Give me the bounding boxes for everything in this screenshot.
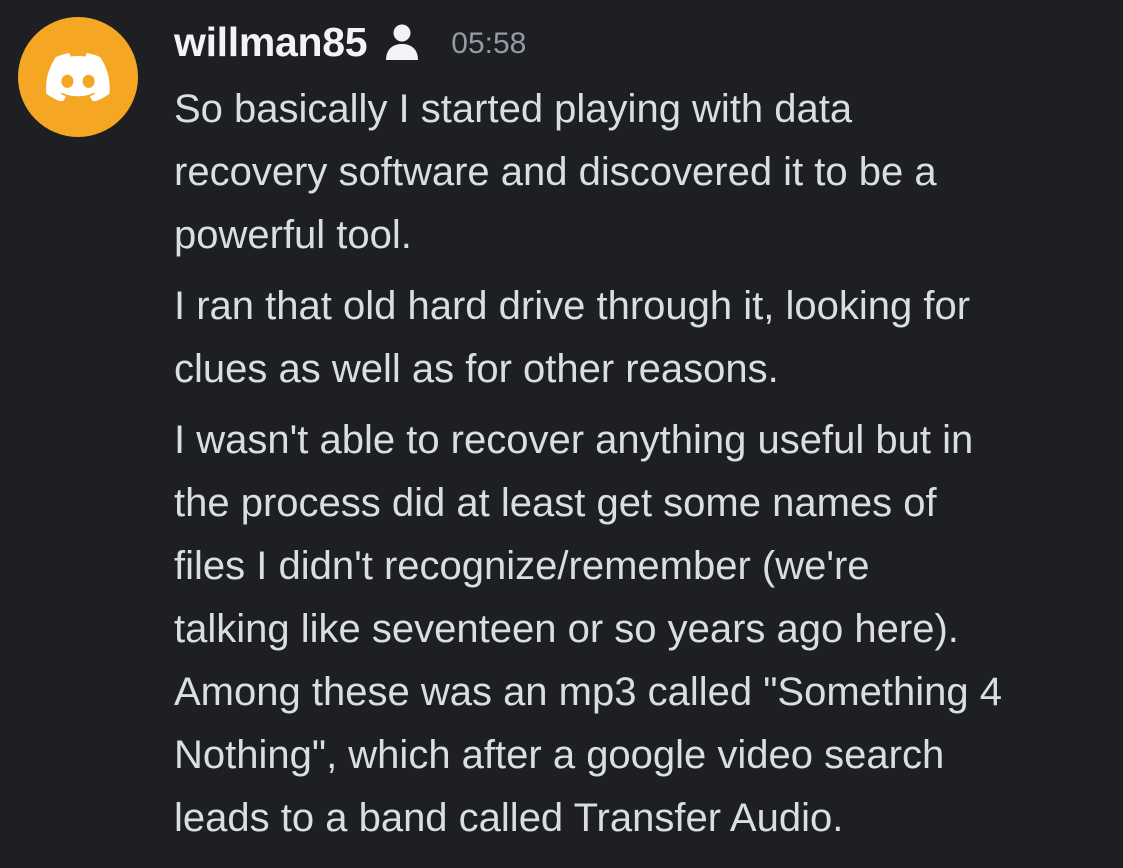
- message-line: I ran that old hard drive through it, lo…: [174, 284, 971, 328]
- author-name[interactable]: willman85: [174, 14, 368, 70]
- person-icon: [385, 22, 421, 62]
- avatar[interactable]: [18, 17, 138, 137]
- message-header: willman85 05:58: [174, 14, 1119, 70]
- timestamp[interactable]: 05:58: [451, 12, 526, 72]
- discord-logo-icon: [46, 53, 110, 101]
- message-line: files I didn't recognize/remember (we're: [174, 544, 870, 588]
- message-line: So basically I started playing with data: [174, 87, 853, 131]
- message-paragraph: So basically I started playing with data…: [174, 78, 1119, 267]
- message-line: the process did at least get some names …: [174, 481, 937, 525]
- message-line: powerful tool.: [174, 213, 412, 257]
- message-content: willman85 05:58 So basically I started p…: [174, 14, 1119, 850]
- message-line: recovery software and discovered it to b…: [174, 150, 937, 194]
- message-line: Nothing", which after a google video sea…: [174, 733, 945, 777]
- message-line: Among these was an mp3 called "Something…: [174, 670, 1003, 714]
- message-line: leads to a band called Transfer Audio.: [174, 796, 844, 840]
- message-paragraph: I ran that old hard drive through it, lo…: [174, 275, 1119, 401]
- message-paragraph: I wasn't able to recover anything useful…: [174, 409, 1119, 850]
- message-line: clues as well as for other reasons.: [174, 347, 779, 391]
- message-line: talking like seventeen or so years ago h…: [174, 607, 959, 651]
- chat-message: willman85 05:58 So basically I started p…: [0, 0, 1123, 868]
- message-line: I wasn't able to recover anything useful…: [174, 418, 974, 462]
